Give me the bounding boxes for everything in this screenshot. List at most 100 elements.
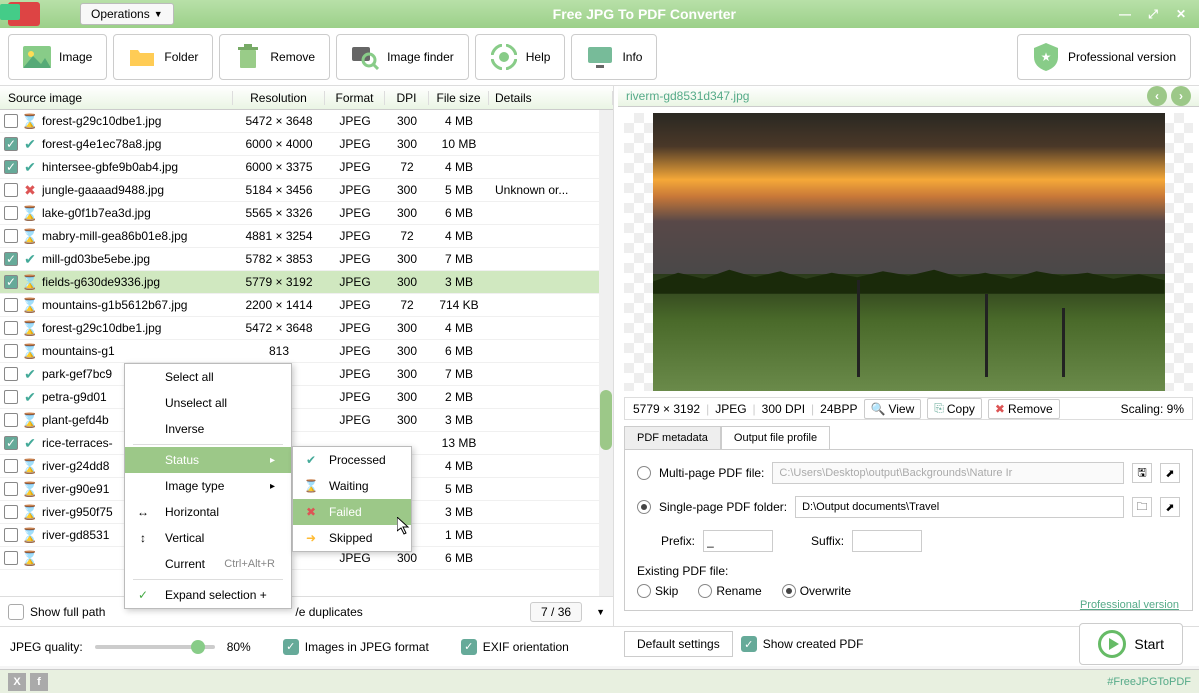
facebook-button[interactable]: f: [30, 673, 48, 691]
sub-skipped[interactable]: ➜Skipped: [293, 525, 411, 551]
dropdown-icon[interactable]: ▼: [596, 607, 605, 617]
folder-icon[interactable]: 🗀: [1132, 497, 1152, 517]
default-settings-button[interactable]: Default settings: [624, 631, 733, 657]
radio-skip[interactable]: [637, 584, 651, 598]
row-checkbox[interactable]: [4, 551, 18, 565]
table-row[interactable]: ⌛mabry-mill-gea86b01e8.jpg4881 × 3254JPE…: [0, 225, 613, 248]
scrollbar-thumb[interactable]: [600, 390, 612, 450]
row-checkbox[interactable]: [4, 206, 18, 220]
table-row[interactable]: ✔park-gef7bc9712JPEG3007 MB: [0, 363, 613, 386]
singlepage-path-input[interactable]: [795, 496, 1124, 518]
table-row[interactable]: ✓✔mill-gd03be5ebe.jpg5782 × 3853JPEG3007…: [0, 248, 613, 271]
row-checkbox[interactable]: [4, 367, 18, 381]
row-checkbox[interactable]: [4, 482, 18, 496]
ctx-inverse[interactable]: Inverse: [125, 416, 291, 442]
row-checkbox[interactable]: ✓: [4, 160, 18, 174]
table-row[interactable]: ⌛lake-g0f1b7ea3d.jpg5565 × 3326JPEG3006 …: [0, 202, 613, 225]
col-dpi[interactable]: DPI: [385, 91, 429, 105]
row-checkbox[interactable]: [4, 459, 18, 473]
maximize-button[interactable]: ⤢: [1143, 6, 1163, 22]
table-row[interactable]: ⌛mountains-g1b5612b67.jpg2200 × 1414JPEG…: [0, 294, 613, 317]
sub-processed[interactable]: ✔Processed: [293, 447, 411, 473]
sub-failed[interactable]: ✖Failed: [293, 499, 411, 525]
quality-slider[interactable]: [95, 645, 215, 649]
view-button[interactable]: 🔍View: [864, 399, 922, 419]
operations-button[interactable]: Operations ▼: [80, 3, 174, 25]
show-full-path-toggle[interactable]: ✓ Show full path: [8, 604, 105, 620]
info-button[interactable]: Info: [571, 34, 657, 80]
row-checkbox[interactable]: ✓: [4, 275, 18, 289]
table-row[interactable]: ⌛plant-gefd4b563JPEG3003 MB: [0, 409, 613, 432]
radio-rename[interactable]: [698, 584, 712, 598]
row-checkbox[interactable]: [4, 114, 18, 128]
radio-overwrite[interactable]: [782, 584, 796, 598]
ctx-current[interactable]: CurrentCtrl+Alt+R: [125, 551, 291, 577]
row-checkbox[interactable]: [4, 229, 18, 243]
col-source[interactable]: Source image: [0, 91, 233, 105]
table-row[interactable]: ✔petra-g9d01984JPEG3002 MB: [0, 386, 613, 409]
row-checkbox[interactable]: ✓: [4, 252, 18, 266]
radio-singlepage[interactable]: [637, 500, 651, 514]
prev-image-button[interactable]: ‹: [1147, 86, 1167, 106]
image-button[interactable]: Image: [8, 34, 107, 80]
next-image-button[interactable]: ›: [1171, 86, 1191, 106]
col-format[interactable]: Format: [325, 91, 385, 105]
row-checkbox[interactable]: [4, 344, 18, 358]
row-checkbox[interactable]: ✓: [4, 436, 18, 450]
folder-button[interactable]: Folder: [113, 34, 213, 80]
row-checkbox[interactable]: [4, 390, 18, 404]
row-checkbox[interactable]: [4, 321, 18, 335]
table-row[interactable]: ✖jungle-gaaaad9488.jpg5184 × 3456JPEG300…: [0, 179, 613, 202]
professional-version-link[interactable]: Professional version: [1080, 599, 1179, 611]
filename: park-gef7bc9: [42, 367, 112, 381]
ctx-unselect-all[interactable]: Unselect all: [125, 390, 291, 416]
copy-button[interactable]: ⎘Copy: [927, 398, 982, 419]
ctx-select-all[interactable]: Select all: [125, 364, 291, 390]
row-checkbox[interactable]: ✓: [4, 137, 18, 151]
tab-output-profile[interactable]: Output file profile: [721, 426, 830, 450]
open-external-icon[interactable]: ⬈: [1160, 463, 1180, 483]
minimize-button[interactable]: —: [1115, 6, 1135, 22]
row-checkbox[interactable]: [4, 505, 18, 519]
ctx-image-type[interactable]: Image type: [125, 473, 291, 499]
remove-preview-button[interactable]: ✖Remove: [988, 399, 1060, 419]
tab-pdf-metadata[interactable]: PDF metadata: [624, 426, 721, 450]
row-checkbox[interactable]: [4, 413, 18, 427]
image-finder-button[interactable]: Image finder: [336, 34, 469, 80]
col-resolution[interactable]: Resolution: [233, 91, 325, 105]
prefix-input[interactable]: [703, 530, 773, 552]
radio-multipage[interactable]: [637, 466, 651, 480]
exif-toggle[interactable]: ✓ EXIF orientation: [461, 639, 569, 655]
suffix-input[interactable]: [852, 530, 922, 552]
table-row[interactable]: ⌛forest-g29c10dbe1.jpg5472 × 3648JPEG300…: [0, 110, 613, 133]
start-button[interactable]: Start: [1079, 623, 1183, 665]
table-row[interactable]: ⌛forest-g29c10dbe1.jpg5472 × 3648JPEG300…: [0, 317, 613, 340]
close-button[interactable]: ✕: [1171, 6, 1191, 22]
table-row[interactable]: ✓✔hintersee-gbfe9b0ab4.jpg6000 × 3375JPE…: [0, 156, 613, 179]
scrollbar[interactable]: [599, 110, 613, 596]
row-checkbox[interactable]: [4, 183, 18, 197]
col-filesize[interactable]: File size: [429, 91, 489, 105]
sub-waiting[interactable]: ⌛Waiting: [293, 473, 411, 499]
x-social-button[interactable]: X: [8, 673, 26, 691]
multipage-path-input[interactable]: [772, 462, 1124, 484]
ctx-status[interactable]: Status: [125, 447, 291, 473]
ctx-expand[interactable]: ✓Expand selection +: [125, 582, 291, 608]
jpeg-format-toggle[interactable]: ✓ Images in JPEG format: [283, 639, 429, 655]
show-created-pdf-toggle[interactable]: ✓ Show created PDF: [741, 636, 864, 652]
ctx-vertical[interactable]: ↕Vertical: [125, 525, 291, 551]
remove-button[interactable]: Remove: [219, 34, 330, 80]
ctx-horizontal[interactable]: ↔Horizontal: [125, 499, 291, 525]
table-row[interactable]: ✓⌛fields-g630de9336.jpg5779 × 3192JPEG30…: [0, 271, 613, 294]
help-button[interactable]: Help: [475, 34, 566, 80]
table-row[interactable]: ✓✔forest-g4e1ec78a8.jpg6000 × 4000JPEG30…: [0, 133, 613, 156]
remove-duplicates-button[interactable]: /e duplicates: [295, 605, 362, 619]
row-checkbox[interactable]: [4, 528, 18, 542]
professional-version-button[interactable]: ★Professional version: [1017, 34, 1191, 80]
row-checkbox[interactable]: [4, 298, 18, 312]
slider-thumb[interactable]: [191, 640, 205, 654]
col-details[interactable]: Details: [489, 91, 613, 105]
save-icon[interactable]: 🖫: [1132, 463, 1152, 483]
table-row[interactable]: ⌛mountains-g1813JPEG3006 MB: [0, 340, 613, 363]
open-external-icon[interactable]: ⬈: [1160, 497, 1180, 517]
